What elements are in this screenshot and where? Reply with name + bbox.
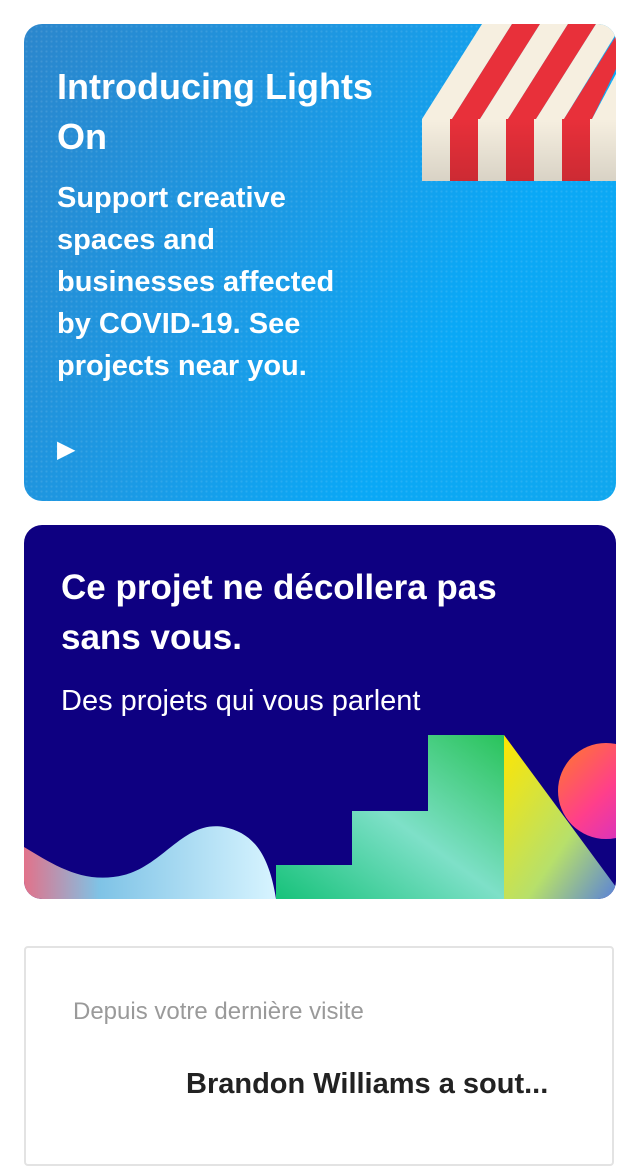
promo-headline: Ce projet ne décollera pas sans vous. [61, 568, 497, 657]
abstract-shapes-illustration [24, 735, 616, 899]
promo-card[interactable]: Ce projet ne décollera pas sans vous. De… [24, 525, 616, 899]
activity-card[interactable]: Depuis votre dernière visite Brandon Wil… [24, 946, 614, 1166]
lights-on-card[interactable]: Introducing Lights On Support creative s… [24, 24, 616, 501]
avatar [73, 1060, 173, 1160]
activity-item-text[interactable]: Brandon Williams a sout... [186, 1068, 586, 1101]
play-icon[interactable]: ▶ [57, 435, 87, 465]
promo-subtitle: Des projets qui vous parlent [61, 685, 421, 717]
card-title: Introducing Lights On [57, 66, 373, 157]
activity-section-label: Depuis votre dernière visite [73, 998, 364, 1025]
card-description: Support creative spaces and businesses a… [57, 182, 335, 382]
awning-illustration [422, 24, 616, 181]
